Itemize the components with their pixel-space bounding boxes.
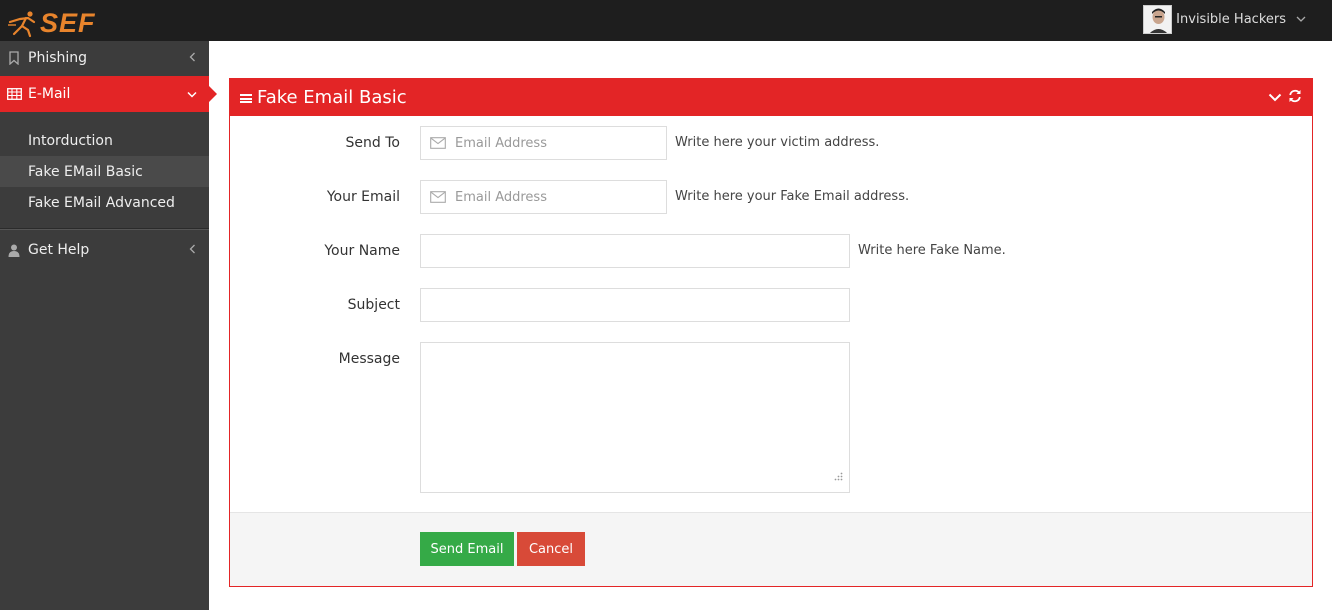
your-name-row: Your Name xyxy=(230,243,400,259)
sidebar-item-label: Get Help xyxy=(28,242,90,258)
your-email-input[interactable] xyxy=(455,182,666,212)
user-name: Invisible Hackers xyxy=(1176,12,1286,27)
subject-row: Subject xyxy=(230,297,400,313)
submenu-item-fake-email-advanced[interactable]: Fake EMail Advanced xyxy=(0,187,209,218)
your-name-help: Write here Fake Name. xyxy=(858,243,1006,258)
submenu-item-fake-email-basic[interactable]: Fake EMail Basic xyxy=(0,156,209,187)
sidebar: Phishing E-Mail Intorduction Fake EMail … xyxy=(0,41,217,610)
chevron-left-icon xyxy=(175,52,209,65)
your-email-label: Your Email xyxy=(326,189,400,205)
subject-input[interactable] xyxy=(420,288,850,322)
panel-header: Fake Email Basic xyxy=(230,79,1312,116)
submenu-item-introduction[interactable]: Intorduction xyxy=(0,125,209,156)
collapse-chevron-icon[interactable] xyxy=(1268,90,1282,106)
logo-text: SEF xyxy=(40,8,96,38)
message-label: Message xyxy=(338,351,400,367)
send-to-input[interactable] xyxy=(455,128,666,158)
chevron-down-icon xyxy=(175,88,209,101)
envelope-icon xyxy=(421,137,455,149)
send-email-button[interactable]: Send Email xyxy=(420,532,514,566)
your-name-field-wrap xyxy=(420,234,850,268)
runner-logo-icon xyxy=(8,11,36,37)
resize-grip-icon[interactable] xyxy=(833,470,843,486)
your-email-input-group xyxy=(420,180,667,214)
send-to-row: Send To xyxy=(230,135,400,151)
avatar xyxy=(1143,5,1173,34)
send-to-help: Write here your victim address. xyxy=(675,135,880,150)
your-name-input[interactable] xyxy=(420,234,850,268)
your-name-label: Your Name xyxy=(324,243,400,259)
sidebar-item-email[interactable]: E-Mail xyxy=(0,76,217,112)
panel-tools xyxy=(1268,89,1302,107)
subject-label: Subject xyxy=(347,297,400,313)
send-to-field-wrap xyxy=(420,126,667,160)
sidebar-item-get-help[interactable]: Get Help xyxy=(0,233,209,267)
send-to-input-group xyxy=(420,126,667,160)
user-icon xyxy=(0,244,28,257)
table-icon xyxy=(0,88,28,100)
your-email-help: Write here your Fake Email address. xyxy=(675,189,910,204)
sidebar-item-phishing[interactable]: Phishing xyxy=(0,41,209,75)
user-menu[interactable]: Invisible Hackers xyxy=(1143,5,1306,34)
cancel-button[interactable]: Cancel xyxy=(517,532,585,566)
chevron-left-icon xyxy=(175,244,209,257)
top-bar: SEF Invisible Hackers xyxy=(0,0,1332,41)
sidebar-divider xyxy=(0,229,209,230)
send-to-label: Send To xyxy=(345,135,400,151)
panel-title: Fake Email Basic xyxy=(257,87,407,108)
sidebar-item-label: E-Mail xyxy=(28,86,71,102)
message-field-wrap xyxy=(420,342,850,493)
sidebar-item-label: Phishing xyxy=(28,50,88,66)
your-email-row: Your Email xyxy=(230,189,400,205)
menu-icon xyxy=(240,94,252,103)
chevron-down-icon xyxy=(1296,14,1306,25)
email-submenu: Intorduction Fake EMail Basic Fake EMail… xyxy=(0,112,209,229)
refresh-icon[interactable] xyxy=(1288,89,1302,107)
subject-field-wrap xyxy=(420,288,850,322)
fake-email-basic-panel: Fake Email Basic Send To W xyxy=(229,78,1313,587)
your-email-field-wrap xyxy=(420,180,667,214)
form-actions: Send Email Cancel xyxy=(230,512,1312,586)
message-textarea[interactable] xyxy=(420,342,850,493)
bookmark-icon xyxy=(0,51,28,65)
message-row: Message xyxy=(230,351,400,367)
envelope-icon xyxy=(421,191,455,203)
app-logo[interactable]: SEF xyxy=(6,8,96,38)
